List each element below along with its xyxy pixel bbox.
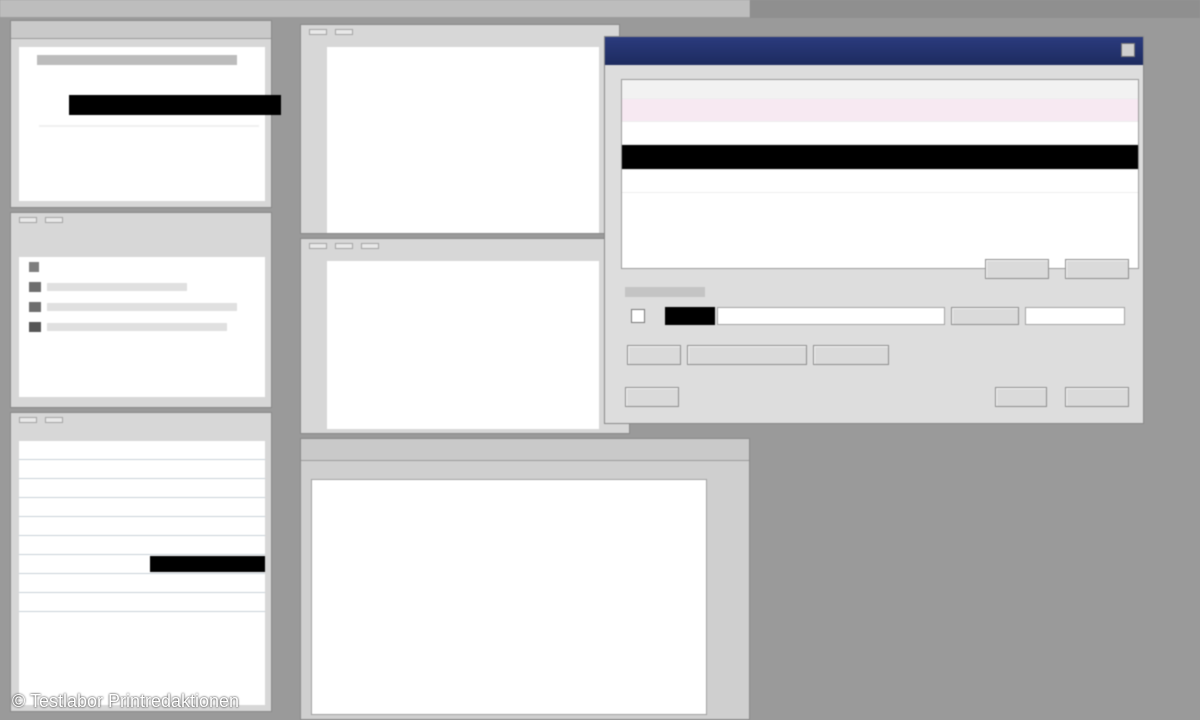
dialog-button[interactable] bbox=[813, 345, 889, 365]
property-row[interactable] bbox=[19, 498, 265, 517]
top-title-strip-right bbox=[750, 0, 1200, 18]
dialog-button[interactable] bbox=[1065, 387, 1129, 407]
middle-top-tabs bbox=[301, 25, 619, 39]
code-window-header bbox=[301, 439, 749, 461]
browse-button[interactable] bbox=[951, 307, 1019, 325]
code-window[interactable] bbox=[300, 438, 750, 720]
left-top-tree[interactable] bbox=[19, 47, 281, 201]
dialog-button[interactable] bbox=[995, 387, 1047, 407]
dialog-table[interactable] bbox=[621, 79, 1139, 269]
left-bottom-properties[interactable] bbox=[10, 412, 272, 712]
properties-tabs bbox=[11, 413, 271, 427]
dialog-button[interactable] bbox=[985, 259, 1049, 279]
folder-icon bbox=[29, 302, 41, 312]
tab-middle-top-1[interactable] bbox=[309, 29, 327, 35]
dialog-window[interactable] bbox=[604, 36, 1144, 424]
dialog-button[interactable] bbox=[627, 345, 681, 365]
code-editor[interactable] bbox=[311, 479, 707, 715]
tree-divider bbox=[39, 125, 259, 127]
selected-chip[interactable] bbox=[665, 307, 715, 325]
middle-second-editor-window[interactable] bbox=[300, 238, 630, 434]
table-row[interactable] bbox=[622, 122, 1138, 145]
property-row[interactable] bbox=[19, 460, 265, 479]
property-row[interactable] bbox=[19, 441, 265, 460]
properties-grid[interactable] bbox=[19, 441, 265, 705]
tree-row[interactable] bbox=[19, 277, 265, 297]
tree-row-label bbox=[47, 323, 227, 331]
tab-properties-2[interactable] bbox=[45, 417, 63, 423]
dialog-titlebar[interactable] bbox=[605, 37, 1143, 65]
property-row[interactable] bbox=[19, 593, 265, 612]
left-middle-panel[interactable] bbox=[10, 212, 272, 408]
middle-second-canvas[interactable] bbox=[327, 261, 599, 429]
middle-second-tabs bbox=[301, 239, 629, 253]
tree-row-label bbox=[47, 303, 237, 311]
left-top-panel-header bbox=[11, 21, 271, 39]
property-row[interactable] bbox=[19, 574, 265, 593]
table-row-selected[interactable] bbox=[622, 145, 1138, 170]
tree-header bbox=[37, 55, 237, 65]
tree-row[interactable] bbox=[19, 297, 265, 317]
value-input[interactable] bbox=[1025, 307, 1125, 325]
folder-icon bbox=[29, 282, 41, 292]
property-row[interactable] bbox=[19, 536, 265, 555]
checkbox[interactable] bbox=[631, 309, 645, 323]
property-row[interactable] bbox=[19, 517, 265, 536]
group-label bbox=[625, 287, 705, 297]
tab-middle-second-1[interactable] bbox=[309, 243, 327, 249]
table-icon bbox=[29, 322, 41, 332]
table-row[interactable] bbox=[622, 99, 1138, 122]
middle-top-canvas[interactable] bbox=[327, 47, 599, 233]
tree-row[interactable] bbox=[19, 257, 265, 277]
tab-left-middle-2[interactable] bbox=[45, 217, 63, 223]
property-row[interactable] bbox=[19, 479, 265, 498]
left-middle-tree[interactable] bbox=[19, 257, 265, 397]
copyright-watermark: © Testlabor Printredaktionen bbox=[12, 691, 240, 711]
middle-top-editor-window[interactable] bbox=[300, 24, 620, 234]
top-title-strip bbox=[0, 0, 750, 18]
dialog-button[interactable] bbox=[625, 387, 679, 407]
left-middle-tabs bbox=[11, 213, 271, 227]
close-icon[interactable] bbox=[1121, 43, 1135, 57]
property-row[interactable] bbox=[19, 555, 265, 574]
tab-properties-1[interactable] bbox=[19, 417, 37, 423]
table-row[interactable] bbox=[622, 170, 1138, 193]
table-header bbox=[622, 80, 1138, 99]
tab-middle-second-2[interactable] bbox=[335, 243, 353, 249]
dialog-button[interactable] bbox=[687, 345, 807, 365]
text-input[interactable] bbox=[717, 307, 945, 325]
tab-left-middle-1[interactable] bbox=[19, 217, 37, 223]
tab-middle-top-2[interactable] bbox=[335, 29, 353, 35]
left-top-panel[interactable] bbox=[10, 20, 281, 208]
tree-selected-item[interactable] bbox=[69, 95, 281, 115]
node-icon bbox=[29, 262, 39, 272]
tree-row[interactable] bbox=[19, 317, 265, 337]
dialog-button[interactable] bbox=[1065, 259, 1129, 279]
tab-middle-second-3[interactable] bbox=[361, 243, 379, 249]
tree-row-label bbox=[47, 283, 187, 291]
property-selected-value[interactable] bbox=[150, 556, 265, 572]
